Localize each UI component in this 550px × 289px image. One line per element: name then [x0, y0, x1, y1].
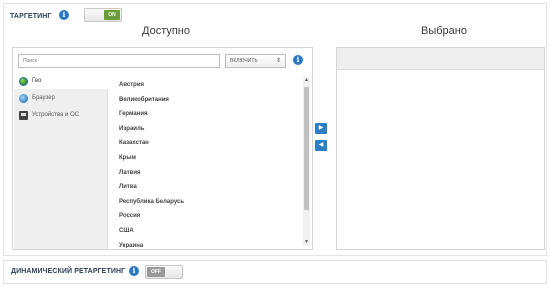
targeting-title: ТАРГЕТИНГ: [10, 13, 52, 20]
list-item[interactable]: Республика Беларусь: [119, 195, 299, 210]
list-item[interactable]: Крым: [119, 151, 299, 166]
scroll-up-icon[interactable]: ▲: [303, 77, 310, 84]
add-button[interactable]: ▶: [315, 123, 327, 134]
tab-label: Браузер: [32, 95, 55, 101]
scroll-thumb[interactable]: [304, 87, 309, 210]
tab-geo[interactable]: Гео: [14, 74, 109, 89]
list-item[interactable]: Казахстан: [119, 136, 299, 151]
list-item[interactable]: Литва: [119, 180, 299, 195]
available-heading: Доступно: [142, 25, 191, 37]
list-item[interactable]: Украина: [119, 239, 299, 248]
browser-icon: [19, 94, 28, 103]
targeting-info-icon[interactable]: i: [59, 10, 69, 20]
list-item[interactable]: Великобритания: [119, 93, 299, 108]
targeting-section: ТАРГЕТИНГ i ON Доступно Выбрано ВКЛЮЧИТЬ…: [3, 3, 547, 256]
list-item[interactable]: Латвия: [119, 166, 299, 181]
select-arrows-icon: ⇕: [275, 58, 281, 64]
globe-icon: [19, 77, 28, 86]
retargeting-title: ДИНАМИЧЕСКИЙ РЕТАРГЕТИНГ: [11, 268, 126, 275]
tab-label: Гео: [32, 78, 42, 84]
mode-select-value: ВКЛЮЧИТЬ: [230, 58, 258, 64]
list-item[interactable]: Австрия: [119, 78, 299, 93]
list-scrollbar[interactable]: ▲ ▼: [303, 77, 310, 246]
selected-panel-header: [337, 48, 544, 70]
available-panel: ВКЛЮЧИТЬ ⇕ i Гео Браузер Устройства и ОС…: [12, 47, 313, 250]
available-list: Австрия Великобритания Германия Израиль …: [119, 78, 299, 248]
tab-devices[interactable]: Устройства и ОС: [14, 108, 108, 123]
tab-label: Устройства и ОС: [32, 112, 80, 118]
remove-button[interactable]: ◀: [315, 140, 327, 151]
selected-heading: Выбрано: [421, 25, 467, 37]
toggle-on-label: ON: [104, 10, 120, 20]
tab-browser[interactable]: Браузер: [14, 91, 108, 106]
toggle-off-label: OFF: [147, 267, 165, 277]
mode-select[interactable]: ВКЛЮЧИТЬ ⇕: [225, 54, 286, 68]
list-item[interactable]: США: [119, 224, 299, 239]
list-item[interactable]: Израиль: [119, 122, 299, 137]
search-input[interactable]: [18, 54, 220, 68]
list-item[interactable]: Германия: [119, 107, 299, 122]
mode-info-icon[interactable]: i: [293, 55, 303, 65]
selected-panel: [336, 47, 545, 250]
retargeting-toggle[interactable]: OFF: [145, 265, 183, 279]
retargeting-info-icon[interactable]: i: [129, 266, 139, 276]
targeting-toggle[interactable]: ON: [84, 8, 122, 22]
scroll-down-icon[interactable]: ▼: [303, 239, 310, 246]
category-tabs: Гео Браузер Устройства и ОС: [14, 74, 109, 249]
list-item[interactable]: Россия: [119, 209, 299, 224]
retargeting-section: ДИНАМИЧЕСКИЙ РЕТАРГЕТИНГ i OFF: [3, 260, 547, 284]
device-icon: [19, 111, 28, 120]
